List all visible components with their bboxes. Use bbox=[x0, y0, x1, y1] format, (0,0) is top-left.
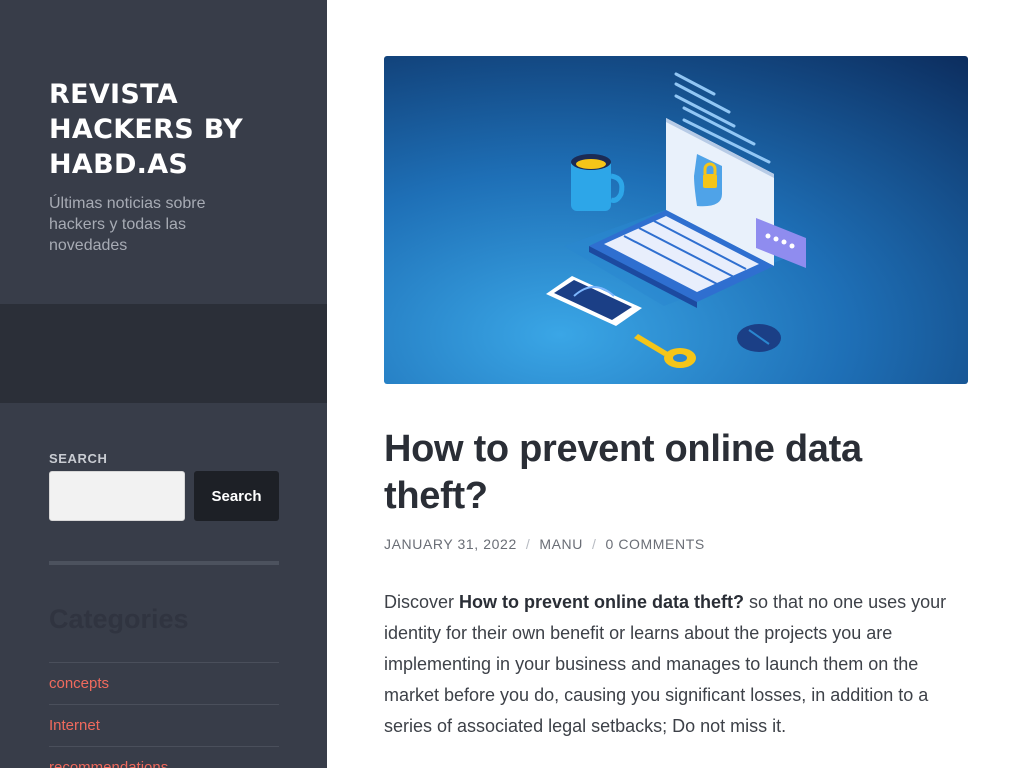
list-item: Internet bbox=[49, 704, 279, 746]
featured-image[interactable] bbox=[384, 56, 968, 384]
list-item: recommendations bbox=[49, 746, 279, 768]
sidebar-band bbox=[0, 304, 327, 403]
post-title[interactable]: How to prevent online data theft? bbox=[384, 426, 944, 520]
meta-separator: / bbox=[591, 536, 597, 552]
post-date[interactable]: JANUARY 31, 2022 bbox=[384, 536, 517, 552]
site-title[interactable]: REVISTA HACKERS BY HABD.AS bbox=[49, 77, 289, 182]
category-link-internet[interactable]: Internet bbox=[49, 717, 100, 734]
widget-separator bbox=[49, 561, 279, 565]
excerpt-bold: How to prevent online data theft? bbox=[459, 592, 745, 612]
site-header: REVISTA HACKERS BY HABD.AS Últimas notic… bbox=[0, 0, 327, 304]
search-input[interactable] bbox=[49, 471, 185, 521]
excerpt-lead: Discover bbox=[384, 592, 460, 612]
excerpt-rest: so that no one uses your identity for th… bbox=[384, 592, 947, 736]
sidebar: REVISTA HACKERS BY HABD.AS Últimas notic… bbox=[0, 0, 327, 768]
categories-list: concepts Internet recommendations bbox=[49, 662, 279, 768]
post-meta: JANUARY 31, 2022 / MANU / 0 COMMENTS bbox=[384, 536, 705, 552]
site-description: Últimas noticias sobre hackers y todas l… bbox=[49, 195, 206, 254]
main-content: How to prevent online data theft? JANUAR… bbox=[327, 0, 1024, 768]
laptop-security-illustration-icon bbox=[384, 56, 968, 384]
meta-separator: / bbox=[525, 536, 531, 552]
categories-title: Categories bbox=[49, 604, 189, 634]
search-button[interactable]: Search bbox=[194, 471, 279, 521]
post-excerpt: Discover How to prevent online data thef… bbox=[384, 587, 974, 742]
search-widget-label: SEARCH bbox=[49, 451, 108, 466]
post-comments[interactable]: 0 COMMENTS bbox=[605, 536, 704, 552]
list-item: concepts bbox=[49, 662, 279, 704]
category-link-recommendations[interactable]: recommendations bbox=[49, 759, 168, 768]
category-link-concepts[interactable]: concepts bbox=[49, 675, 109, 692]
post-author[interactable]: MANU bbox=[539, 536, 583, 552]
